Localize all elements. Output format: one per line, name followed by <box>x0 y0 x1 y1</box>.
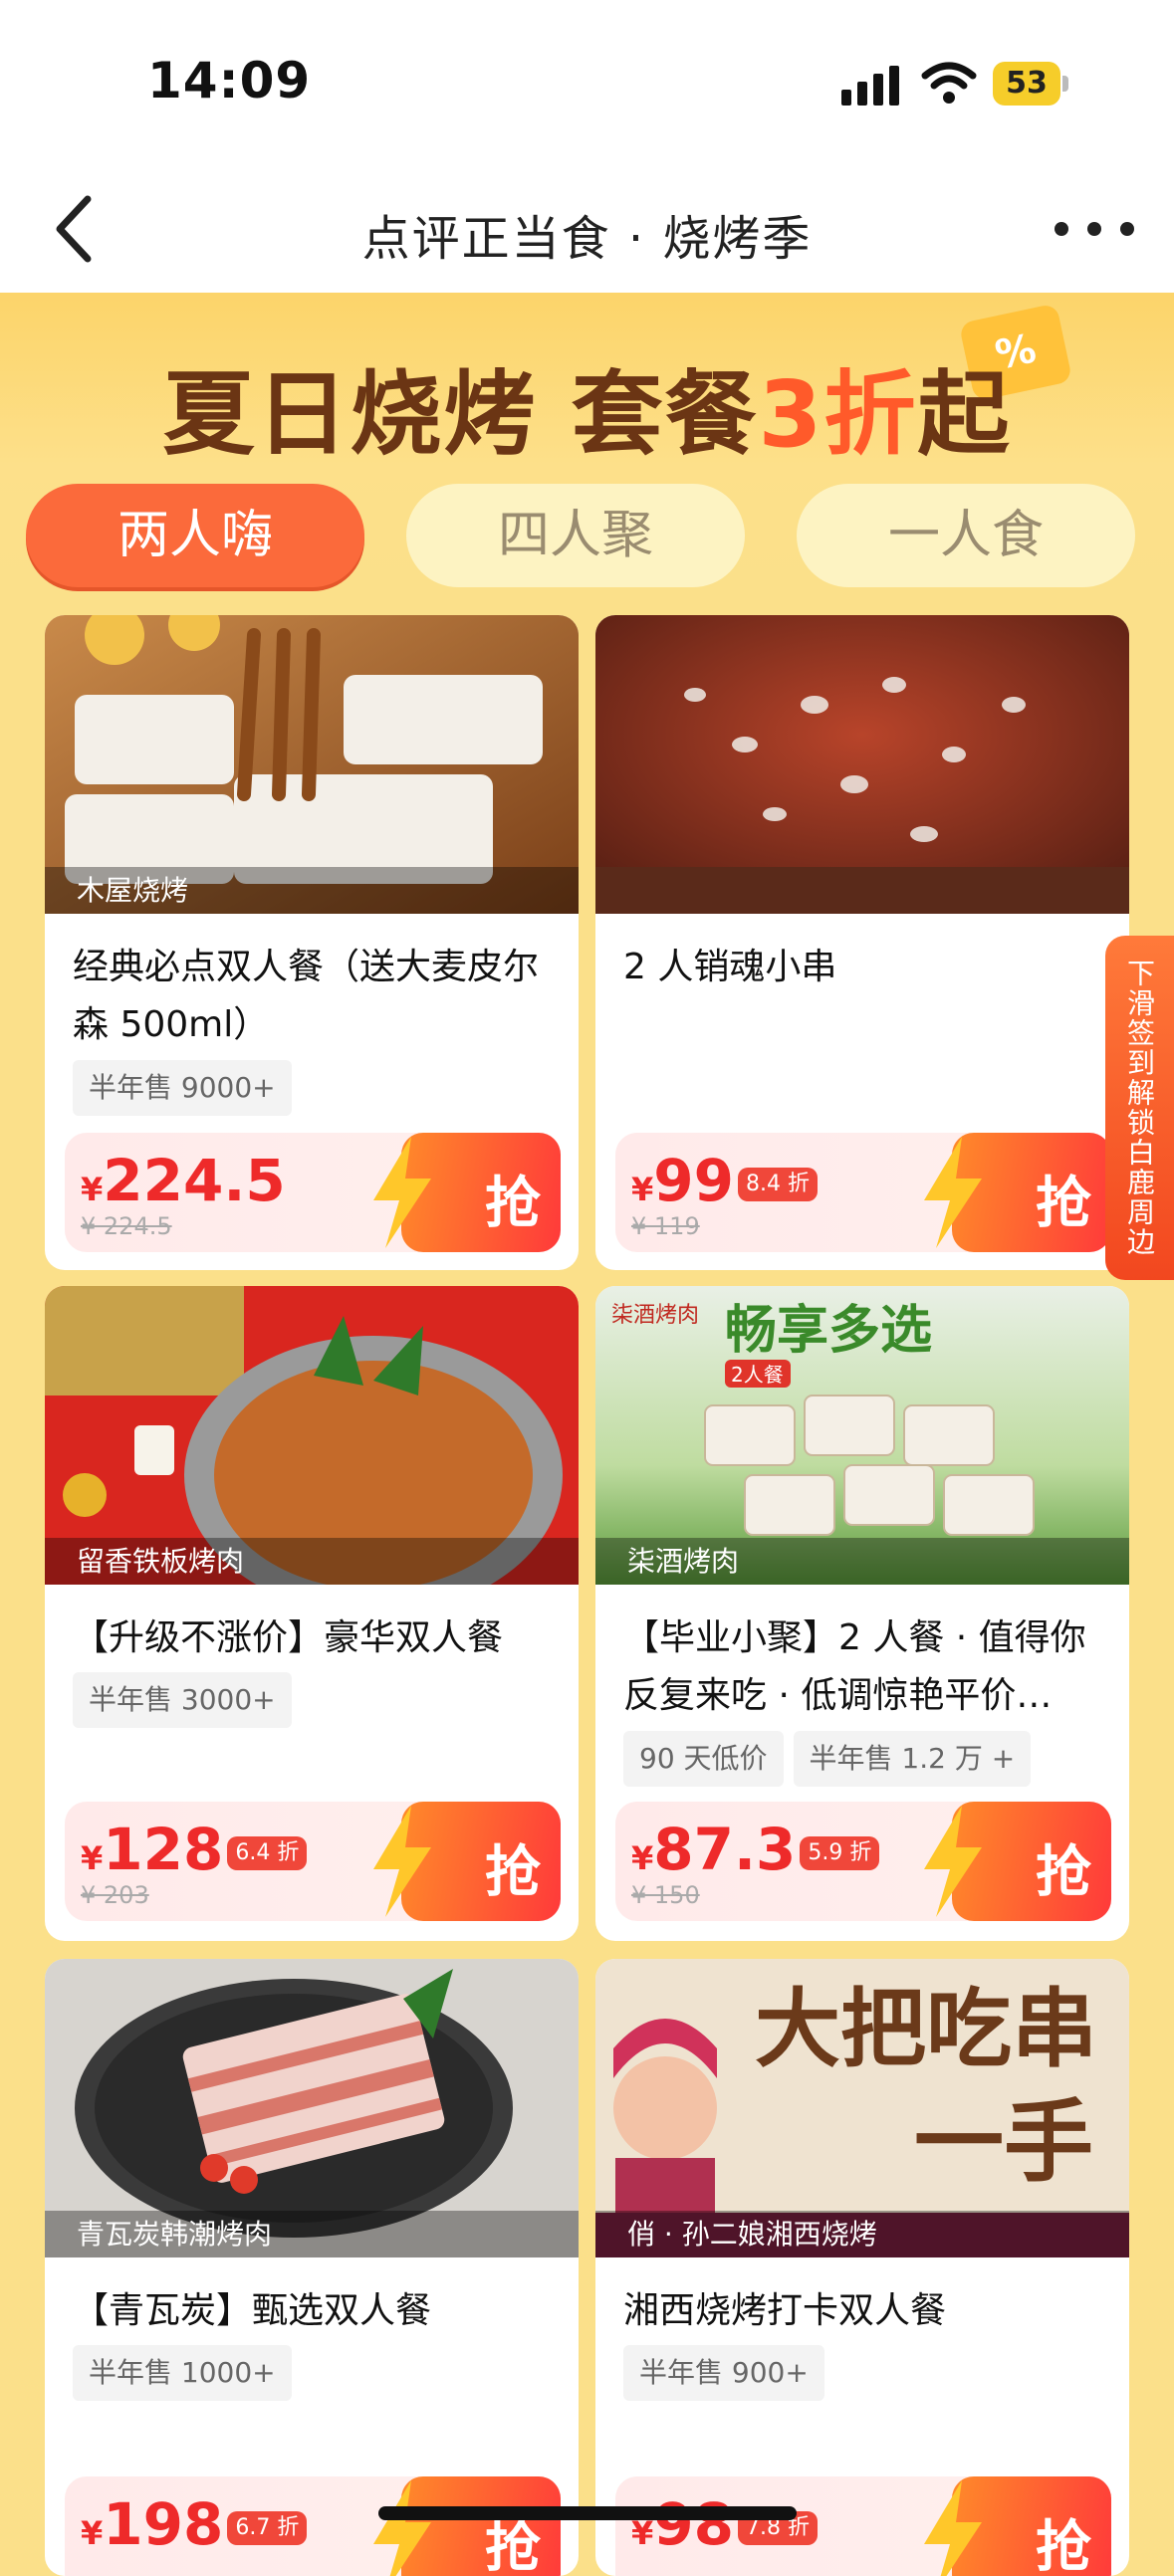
deal-title: 经典必点双人餐（送大麦皮尔森 500ml） <box>73 947 540 1045</box>
wifi-icon <box>921 62 977 104</box>
original-price: ¥ 119 <box>631 1212 700 1240</box>
deal-title: 【升级不涨价】豪华双人餐 <box>73 1617 504 1658</box>
shop-name: 柒酒烤肉 <box>595 1538 1129 1585</box>
category-tabs: 两人嗨 四人聚 一人食 <box>0 484 1174 593</box>
lightning-icon <box>373 1137 431 1248</box>
deal-price: ¥87.3 5.9 折 <box>631 1816 880 1883</box>
price-box: ¥224.5 ¥ 224.5 抢 <box>65 1133 561 1252</box>
deal-tags: 半年售 3000+ <box>73 1672 292 1728</box>
tab-four-people[interactable]: 四人聚 <box>406 484 745 587</box>
battery-icon: 53 <box>993 62 1068 106</box>
lightning-icon <box>373 2480 431 2576</box>
deal-title: 【毕业小聚】2 人餐 · 值得你反复来吃 · 低调惊艳平价… <box>623 1617 1086 1716</box>
price-box: ¥198 6.7 折 抢 <box>65 2476 561 2576</box>
sales-tag: 半年售 1.2 万 + <box>793 1731 1032 1787</box>
svg-text:2人餐: 2人餐 <box>731 1363 784 1387</box>
sales-tag: 半年售 1000+ <box>73 2345 292 2401</box>
grab-button[interactable]: 抢 <box>373 2476 561 2576</box>
promo-banner: % 夏日烧烤 套餐3折起 两人嗨 四人聚 一人食 <box>0 293 1174 587</box>
deal-price: ¥224.5 <box>81 1147 286 1214</box>
shop-name: 木屋烧烤 <box>45 867 579 914</box>
lightning-icon <box>924 2480 982 2576</box>
battery-level: 53 <box>993 62 1060 106</box>
image-headline: 大把吃串 <box>755 1979 1097 2079</box>
sales-tag: 半年售 3000+ <box>73 1672 292 1728</box>
deal-price: ¥198 6.7 折 <box>81 2490 308 2558</box>
nav-bar: 点评正当食 · 烧烤季 <box>0 169 1174 293</box>
shop-name: 俏 · 孙二娘湘西烧烤 <box>595 2211 1129 2257</box>
price-box: ¥98 7.8 折 抢 <box>615 2476 1111 2576</box>
deal-card[interactable]: 青瓦炭韩潮烤肉 【青瓦炭】甄选双人餐 半年售 1000+ ¥198 6.7 折 抢 <box>45 1959 579 2576</box>
price-box: ¥99 8.4 折 ¥ 119 抢 <box>615 1133 1111 1252</box>
grab-button[interactable]: 抢 <box>924 1133 1111 1252</box>
deal-card[interactable]: 柒酒烤肉 畅享多选 2人餐 柒酒烤肉 【毕业小聚】2 人餐 · 值得你反复来吃 … <box>595 1286 1129 1941</box>
lightning-icon <box>924 1806 982 1917</box>
shop-name: 青瓦炭韩潮烤肉 <box>45 2211 579 2257</box>
discount-badge: 5.9 折 <box>800 1835 880 1870</box>
deal-price: ¥98 7.8 折 <box>631 2490 818 2558</box>
checkin-side-tab[interactable]: 下滑签到解锁白鹿周边 <box>1105 936 1174 1280</box>
deal-title: 【青瓦炭】甄选双人餐 <box>73 2290 432 2331</box>
low-price-tag: 90 天低价 <box>623 1731 784 1787</box>
deal-tags: 半年售 1000+ <box>73 2345 292 2401</box>
price-box: ¥87.3 5.9 折 ¥ 150 抢 <box>615 1802 1111 1921</box>
deal-card[interactable]: 木屋烧烤 经典必点双人餐（送大麦皮尔森 500ml） 半年售 9000+ ¥22… <box>45 615 579 1270</box>
grab-button[interactable]: 抢 <box>924 1802 1111 1921</box>
image-headline: 畅享多选 <box>725 1301 932 1361</box>
brand-logo-text: 柒酒烤肉 <box>611 1303 699 1328</box>
original-price: ¥ 224.5 <box>81 1212 172 1240</box>
sales-tag: 半年售 900+ <box>623 2345 824 2401</box>
deal-title: 湘西烧烤打卡双人餐 <box>623 2290 947 2331</box>
discount-badge: 6.7 折 <box>227 2510 308 2545</box>
status-time: 14:09 <box>147 52 312 109</box>
shop-name: 留香铁板烤肉 <box>45 1538 579 1585</box>
deal-card[interactable]: 2 人销魂小串 ¥99 8.4 折 ¥ 119 抢 <box>595 615 1129 1270</box>
grab-button[interactable]: 抢 <box>924 2476 1111 2576</box>
discount-badge: 6.4 折 <box>227 1835 308 1870</box>
deal-tags: 半年售 9000+ <box>73 1060 292 1116</box>
deal-price: ¥128 6.4 折 <box>81 1816 308 1883</box>
grab-button[interactable]: 抢 <box>373 1133 561 1252</box>
more-menu-icon[interactable] <box>1055 199 1134 259</box>
lightning-icon <box>373 1806 431 1917</box>
home-indicator <box>378 2506 797 2520</box>
promo-title: 夏日烧烤 套餐3折起 <box>162 361 1012 468</box>
deal-title: 2 人销魂小串 <box>623 947 837 987</box>
deal-tags: 半年售 900+ <box>623 2345 824 2401</box>
sales-tag: 半年售 9000+ <box>73 1060 292 1116</box>
tab-one-person[interactable]: 一人食 <box>797 484 1135 587</box>
page-title: 点评正当食 · 烧烤季 <box>361 211 813 267</box>
original-price: ¥ 203 <box>81 1881 149 1909</box>
deal-price: ¥99 8.4 折 <box>631 1147 818 1214</box>
lightning-icon <box>924 1137 982 1248</box>
deal-card[interactable]: 留香铁板烤肉 【升级不涨价】豪华双人餐 半年售 3000+ ¥128 6.4 折 … <box>45 1286 579 1941</box>
status-bar: 14:09 53 <box>0 0 1174 169</box>
original-price: ¥ 150 <box>631 1881 700 1909</box>
cellular-signal-icon <box>841 66 899 106</box>
svg-text:一手: 一手 <box>914 2089 1093 2195</box>
deal-card[interactable]: 大把吃串 一手 俏 · 孙二娘湘西烧烤 湘西烧烤打卡双人餐 半年售 900+ ¥… <box>595 1959 1129 2576</box>
food-photo <box>595 615 1129 914</box>
discount-badge: 8.4 折 <box>737 1167 818 1201</box>
tab-two-people[interactable]: 两人嗨 <box>26 484 364 587</box>
deal-tags: 90 天低价 半年售 1.2 万 + <box>623 1731 1032 1787</box>
grab-button[interactable]: 抢 <box>373 1802 561 1921</box>
price-box: ¥128 6.4 折 ¥ 203 抢 <box>65 1802 561 1921</box>
